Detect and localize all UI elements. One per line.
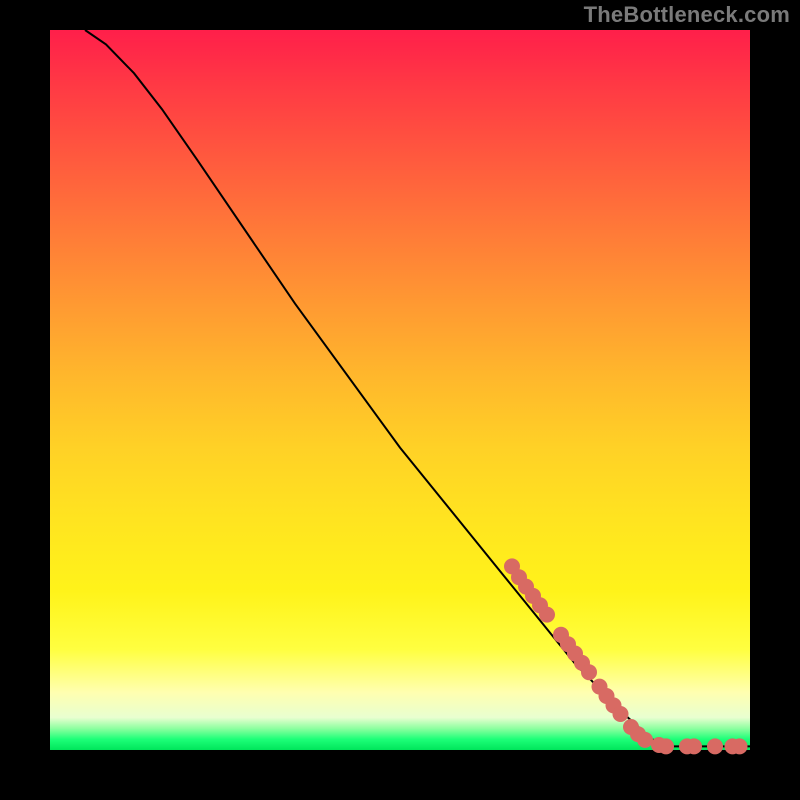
main-curve	[85, 30, 750, 746]
data-point	[613, 706, 629, 722]
data-point	[686, 738, 702, 754]
data-point	[581, 664, 597, 680]
curve-svg	[50, 30, 750, 750]
plot-area	[50, 30, 750, 750]
data-point	[707, 738, 723, 754]
data-point	[658, 738, 674, 754]
data-point	[539, 607, 555, 623]
data-point	[732, 738, 748, 754]
data-point	[637, 732, 653, 748]
chart-frame: TheBottleneck.com	[0, 0, 800, 800]
highlighted-points-group	[504, 558, 748, 754]
attribution-label: TheBottleneck.com	[584, 2, 790, 28]
